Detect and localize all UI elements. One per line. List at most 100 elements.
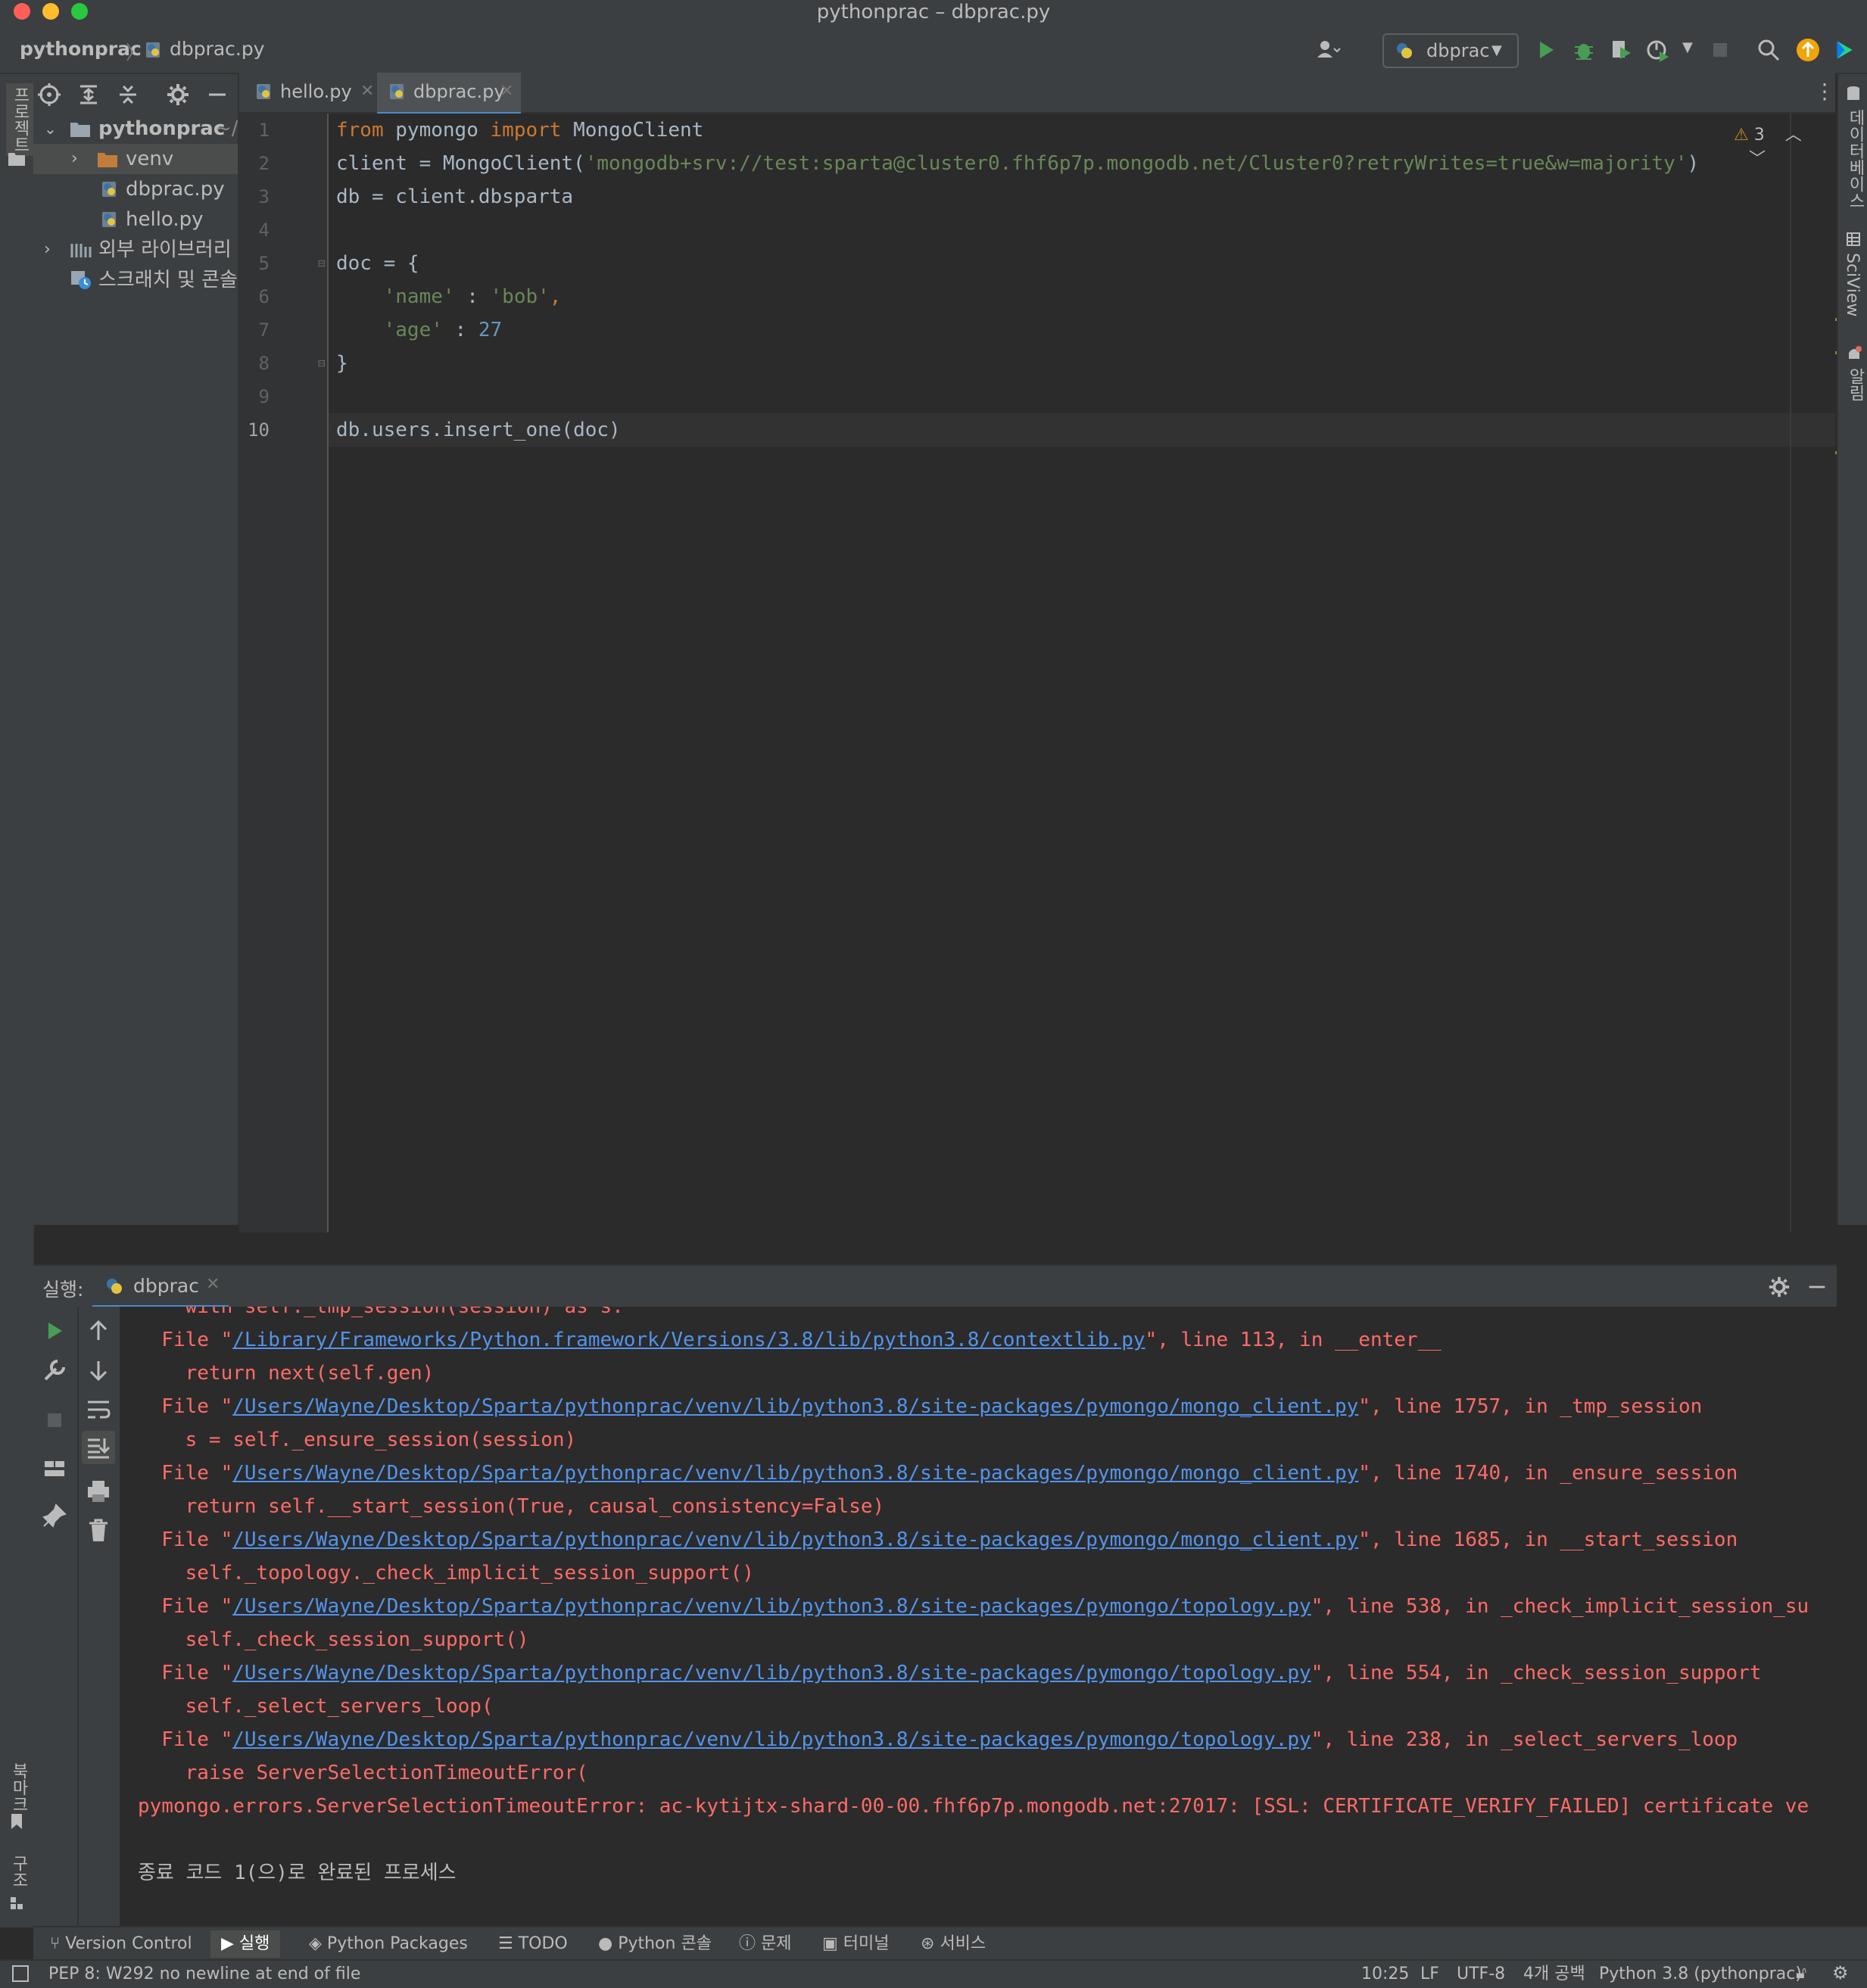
tree-item-hello-py[interactable]: hello.py <box>33 204 238 235</box>
line-number: 1 <box>258 120 270 141</box>
sciview-tool-tab[interactable]: SciView <box>1843 253 1862 316</box>
update-icon[interactable] <box>1794 36 1822 64</box>
console-line-partial: with self._tmp_session(session) as s: <box>138 1307 624 1318</box>
folder-icon <box>98 153 117 167</box>
lock-icon[interactable]: 🔓︎ <box>1796 1964 1806 1983</box>
scroll-to-end-toggle[interactable] <box>82 1431 115 1464</box>
tab-todo[interactable]: ☰ TODO <box>498 1930 568 1958</box>
collapse-all-icon[interactable] <box>115 82 141 108</box>
tab-python-console[interactable]: ● Python 콘솔 <box>598 1930 712 1958</box>
close-tab-icon[interactable]: ✕ <box>360 73 374 111</box>
tab-services[interactable]: ⊛ 서비스 <box>921 1930 986 1958</box>
tree-item-label: venv <box>126 148 174 170</box>
code-text: pymongo <box>383 119 491 142</box>
file-link[interactable]: /Users/Wayne/Desktop/Sparta/pythonprac/v… <box>232 1528 1358 1551</box>
file-link[interactable]: /Users/Wayne/Desktop/Sparta/pythonprac/v… <box>232 1728 1311 1751</box>
more-run-options-icon[interactable]: ▼ <box>1682 39 1693 55</box>
folder-icon <box>8 153 25 166</box>
tree-item-venv[interactable]: › venv <box>33 144 238 174</box>
string-literal: 'age' <box>383 319 443 341</box>
tree-item-scratches[interactable]: 스크래치 및 콘솔 <box>33 265 238 295</box>
file-link[interactable]: /Users/Wayne/Desktop/Sparta/pythonprac/v… <box>232 1395 1358 1418</box>
profile-icon[interactable] <box>1644 36 1672 64</box>
hide-panel-icon[interactable] <box>1805 1275 1829 1299</box>
tab-label: TODO <box>518 1934 568 1953</box>
database-tool-tab[interactable]: 데이터베이스 <box>1843 109 1867 209</box>
fold-marker-icon[interactable]: ⊟ <box>318 356 326 370</box>
tree-root-pythonprac[interactable]: ⌄ pythonprac ~/l <box>33 114 238 144</box>
structure-tool-tab-label: 구조 <box>9 1855 28 1888</box>
run-icon[interactable] <box>1532 36 1560 64</box>
tree-item-label: 외부 라이브러리 <box>98 238 232 261</box>
pin-icon[interactable] <box>41 1502 68 1529</box>
tab-dbprac-py[interactable]: dbprac.py ✕ <box>377 73 521 115</box>
file-link[interactable]: /Users/Wayne/Desktop/Sparta/pythonprac/v… <box>232 1662 1311 1684</box>
inspection-profile-icon[interactable]: ⚙ <box>1832 1962 1849 1983</box>
plugin-logo-icon[interactable] <box>1832 36 1855 64</box>
tab-python-packages[interactable]: ◈ Python Packages <box>309 1930 468 1958</box>
search-icon[interactable] <box>1755 36 1782 64</box>
close-tab-icon[interactable]: ✕ <box>500 73 513 111</box>
tree-item-external-libraries[interactable]: › 외부 라이브러리 <box>33 235 238 265</box>
locate-file-icon[interactable] <box>36 82 62 108</box>
account-icon[interactable] <box>1314 36 1342 64</box>
line-number: 2 <box>258 153 270 174</box>
frame-prefix: File " <box>138 1595 233 1618</box>
frame-suffix: ", line 538, in _check_implicit_session_… <box>1311 1595 1809 1618</box>
notifications-tool-tab[interactable]: 알림 <box>1843 368 1867 401</box>
caret-position[interactable]: 10:25 <box>1361 1962 1409 1986</box>
coverage-icon[interactable] <box>1608 36 1635 64</box>
tab-version-control[interactable]: ⑂ Version Control <box>50 1930 192 1958</box>
trash-icon[interactable] <box>85 1517 112 1544</box>
hide-panel-icon[interactable] <box>204 82 230 108</box>
title-bar: pythonprac – dbprac.py <box>0 0 1867 29</box>
code-line-2: client = MongoClient('mongodb+srv://test… <box>336 147 1699 180</box>
notification-bell-icon <box>1849 346 1862 359</box>
code-editor[interactable]: from pymongo import MongoClient client =… <box>329 114 1835 1232</box>
file-link[interactable]: /Users/Wayne/Desktop/Sparta/pythonprac/v… <box>232 1462 1358 1485</box>
status-message[interactable]: PEP 8: W292 no newline at end of file <box>48 1962 360 1986</box>
print-icon[interactable] <box>85 1478 112 1505</box>
tab-label: hello.py <box>280 81 352 102</box>
more-tabs-icon[interactable]: ⋮ <box>1814 79 1835 104</box>
run-tab-dbprac[interactable]: dbprac ✕ <box>92 1266 229 1308</box>
gear-icon[interactable] <box>1767 1275 1791 1299</box>
wrench-icon[interactable] <box>41 1357 68 1384</box>
arrow-up-icon[interactable] <box>85 1317 112 1345</box>
file-encoding[interactable]: UTF-8 <box>1457 1962 1505 1986</box>
arrow-down-icon[interactable] <box>85 1357 112 1384</box>
gear-icon[interactable] <box>165 82 191 108</box>
run-configuration-select[interactable]: dbprac ▼ <box>1382 33 1519 68</box>
debug-icon[interactable] <box>1570 36 1597 64</box>
expand-all-icon[interactable] <box>76 82 101 108</box>
rerun-icon[interactable] <box>41 1317 68 1345</box>
indent-setting[interactable]: 4개 공백 <box>1523 1962 1585 1986</box>
next-highlight-icon[interactable]: ﹀ <box>1749 150 1766 169</box>
breadcrumb-file[interactable]: dbprac.py <box>144 38 265 60</box>
soft-wrap-icon[interactable] <box>85 1396 112 1423</box>
line-separator[interactable]: LF <box>1420 1962 1439 1986</box>
restore-layout-icon[interactable] <box>41 1455 68 1482</box>
python-interpreter[interactable]: Python 3.8 (pythonprac) <box>1599 1962 1802 1986</box>
traceback-frame: File "/Users/Wayne/Desktop/Sparta/python… <box>138 1390 1702 1423</box>
tree-item-dbprac-py[interactable]: dbprac.py <box>33 174 238 204</box>
panel-toggle-icon[interactable] <box>12 1965 29 1982</box>
project-tool-tab[interactable]: 프로젝트 <box>6 83 33 156</box>
breadcrumb-project[interactable]: pythonprac <box>20 38 142 60</box>
traceback-frame: File "/Users/Wayne/Desktop/Sparta/python… <box>138 1656 1761 1690</box>
stop-icon[interactable] <box>1706 36 1734 64</box>
bookmarks-tool-tab[interactable]: 북마크 <box>6 1762 30 1812</box>
file-link[interactable]: /Users/Wayne/Desktop/Sparta/pythonprac/v… <box>232 1595 1311 1618</box>
close-tab-icon[interactable]: ✕ <box>206 1275 220 1294</box>
structure-tool-tab[interactable]: 구조 <box>6 1855 30 1888</box>
tab-problems[interactable]: ⓘ 문제 <box>739 1930 792 1958</box>
stop-icon[interactable] <box>41 1407 68 1434</box>
previous-highlight-icon[interactable]: ︿ <box>1785 126 1802 145</box>
file-link[interactable]: /Library/Frameworks/Python.framework/Ver… <box>232 1329 1145 1351</box>
inspection-widget[interactable]: ⚠ 3 ︿ ﹀ <box>1734 121 1835 170</box>
tab-terminal[interactable]: ▣ 터미널 <box>822 1930 890 1958</box>
fold-marker-icon[interactable]: ⊟ <box>318 256 326 270</box>
tab-hello-py[interactable]: hello.py ✕ <box>250 73 377 112</box>
tab-run[interactable]: ▶ 실행 <box>210 1930 281 1958</box>
run-console[interactable]: with self._tmp_session(session) as s: Fi… <box>120 1307 1837 1926</box>
